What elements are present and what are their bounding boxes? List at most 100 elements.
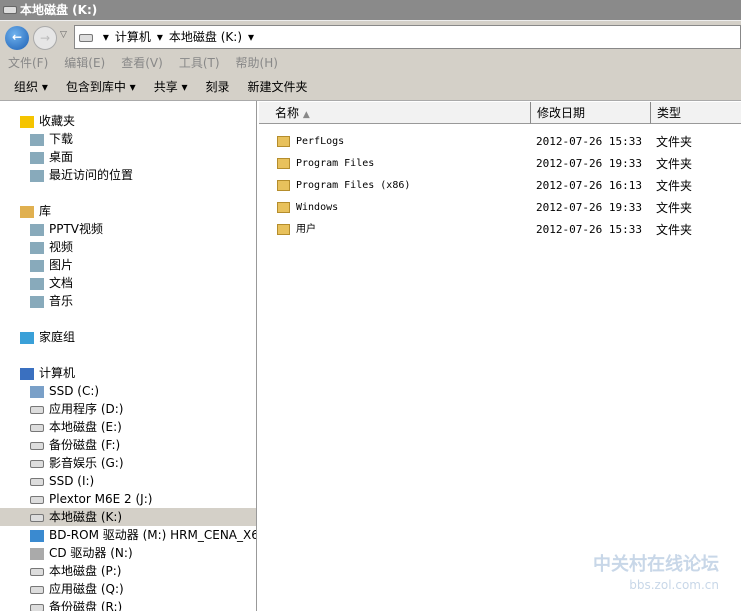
new-folder-button[interactable]: 新建文件夹 [248,80,308,94]
nav-item[interactable]: 应用磁盘 (Q:) [0,580,256,598]
system-drive-icon [30,385,44,398]
history-dropdown[interactable]: ▽ [60,30,67,40]
file-date: 2012-07-26 19:33 [536,157,642,170]
breadcrumb-computer[interactable]: 计算机 [115,30,151,44]
nav-item-label: SSD (C:) [49,384,100,398]
file-type: 文件夹 [656,157,693,171]
share-button[interactable]: 共享 ▾ [154,80,188,94]
folder-icon [277,180,290,191]
organize-button[interactable]: 组织 ▾ [14,80,48,94]
nav-item[interactable]: SSD (I:) [0,472,256,490]
nav-item-label: 应用程序 (D:) [49,402,124,416]
nav-item-label: Plextor M6E 2 (J:) [49,492,153,506]
nav-item[interactable]: 最近访问的位置 [0,166,256,184]
file-date: 2012-07-26 19:33 [536,201,642,214]
nav-item[interactable]: SSD (C:) [0,382,256,400]
back-button[interactable]: ← [5,26,29,50]
column-label: 名称 [275,106,300,120]
nav-item[interactable]: 本地磁盘 (K:) [0,508,256,526]
menu-help[interactable]: 帮助(H) [236,56,278,70]
breadcrumb-drive[interactable]: 本地磁盘 (K:) [169,30,242,44]
forward-button[interactable]: → [33,26,57,50]
bd-rom-icon [30,529,44,542]
nav-item[interactable]: 家庭组 [0,328,256,346]
sort-up-icon: ▲ [302,110,310,120]
drive-icon [30,459,44,468]
nav-item[interactable]: 音乐 [0,292,256,310]
nav-item[interactable]: 收藏夹 [0,112,256,130]
nav-item-label: 本地磁盘 (P:) [49,564,122,578]
menu-file[interactable]: 文件(F) [8,56,48,70]
nav-item-label: 图片 [49,258,74,272]
library-icon [20,205,34,218]
menu-tools[interactable]: 工具(T) [179,56,220,70]
nav-item[interactable]: 本地磁盘 (P:) [0,562,256,580]
nav-item-label: CD 驱动器 (N:) [49,546,133,560]
column-header-type[interactable]: 类型 [651,102,741,124]
nav-item[interactable]: 计算机 [0,364,256,382]
menu-view[interactable]: 查看(V) [121,56,163,70]
nav-item-label: 视频 [49,240,74,254]
nav-item-label: 本地磁盘 (E:) [49,420,122,434]
nav-item[interactable]: CD 驱动器 (N:) [0,544,256,562]
drive-icon [30,585,44,594]
homegroup-icon [20,331,34,344]
navigation-pane: 收藏夹下载桌面最近访问的位置库 PPTV视频视频图片文档音乐家庭组计算机 SSD (… [0,101,257,611]
menu-edit[interactable]: 编辑(E) [64,56,105,70]
folder-icon [277,202,290,213]
file-name: Program Files (x86) [296,180,411,191]
nav-item[interactable]: 库 [0,202,256,220]
file-type: 文件夹 [656,201,693,215]
nav-item-label: 备份磁盘 (R:) [49,600,123,611]
nav-item[interactable]: 备份磁盘 (R:) [0,598,256,611]
crumb-chevron[interactable]: ▾ [157,30,163,44]
file-row[interactable]: PerfLogs 2012-07-26 15:33 文件夹 [259,131,741,153]
menu-bar: 文件(F) 编辑(E) 查看(V) 工具(T) 帮助(H) [0,52,741,74]
file-row[interactable]: Program Files 2012-07-26 19:33 文件夹 [259,153,741,175]
include-in-library-button[interactable]: 包含到库中 ▾ [66,80,136,94]
file-list: 名称 ▲ 修改日期 类型 PerfLogs 2012-07-26 15:33 文件夹… [259,101,741,611]
nav-item-label: 最近访问的位置 [49,168,134,182]
nav-item[interactable]: 文档 [0,274,256,292]
nav-item[interactable]: 影音娱乐 (G:) [0,454,256,472]
burn-button[interactable]: 刻录 [206,80,230,94]
column-header-name[interactable]: 名称 ▲ [259,102,531,124]
nav-item[interactable]: 视频 [0,238,256,256]
nav-item[interactable]: 下载 [0,130,256,148]
nav-item[interactable]: 本地磁盘 (E:) [0,418,256,436]
column-header-date[interactable]: 修改日期 [531,102,651,124]
crumb-chevron[interactable]: ▾ [248,30,254,44]
nav-item-label: 桌面 [49,150,74,164]
address-row: ← → ▽ ▾ 计算机 ▾ 本地磁盘 (K:) ▾ [0,20,741,52]
nav-item-label: 备份磁盘 (F:) [49,438,121,452]
nav-item[interactable]: PPTV视频 [0,220,256,238]
watermark-text: 中关村在线论坛 [593,554,719,575]
crumb-chevron[interactable]: ▾ [103,30,109,44]
file-name: 用户 [296,224,316,235]
cd-drive-icon [30,547,44,560]
computer-icon [20,367,34,380]
nav-item-label: 影音娱乐 (G:) [49,456,124,470]
nav-item[interactable]: 图片 [0,256,256,274]
title-bar: 本地磁盘 (K:) [0,0,741,20]
desktop-icon [30,151,44,164]
file-row[interactable]: Windows 2012-07-26 19:33 文件夹 [259,197,741,219]
file-row[interactable]: 用户 2012-07-26 15:33 文件夹 [259,219,741,241]
file-name: Program Files [296,158,375,169]
nav-item[interactable]: 备份磁盘 (F:) [0,436,256,454]
documents-icon [30,277,44,290]
file-type: 文件夹 [656,223,693,237]
address-bar[interactable]: ▾ 计算机 ▾ 本地磁盘 (K:) ▾ [74,25,741,49]
nav-item-label: 应用磁盘 (Q:) [49,582,124,596]
nav-item-label: BD-ROM 驱动器 (M:) HRM_CENA_X64FRE [49,528,257,542]
nav-item-label: 文档 [49,276,74,290]
folder-icon [277,136,290,147]
nav-item[interactable]: Plextor M6E 2 (J:) [0,490,256,508]
nav-item[interactable]: BD-ROM 驱动器 (M:) HRM_CENA_X64FRE [0,526,257,544]
file-date: 2012-07-26 16:13 [536,179,642,192]
file-row[interactable]: Program Files (x86) 2012-07-26 16:13 文件夹 [259,175,741,197]
file-type: 文件夹 [656,179,693,193]
nav-item-label: 收藏夹 [39,114,76,128]
nav-item[interactable]: 应用程序 (D:) [0,400,256,418]
nav-item[interactable]: 桌面 [0,148,256,166]
